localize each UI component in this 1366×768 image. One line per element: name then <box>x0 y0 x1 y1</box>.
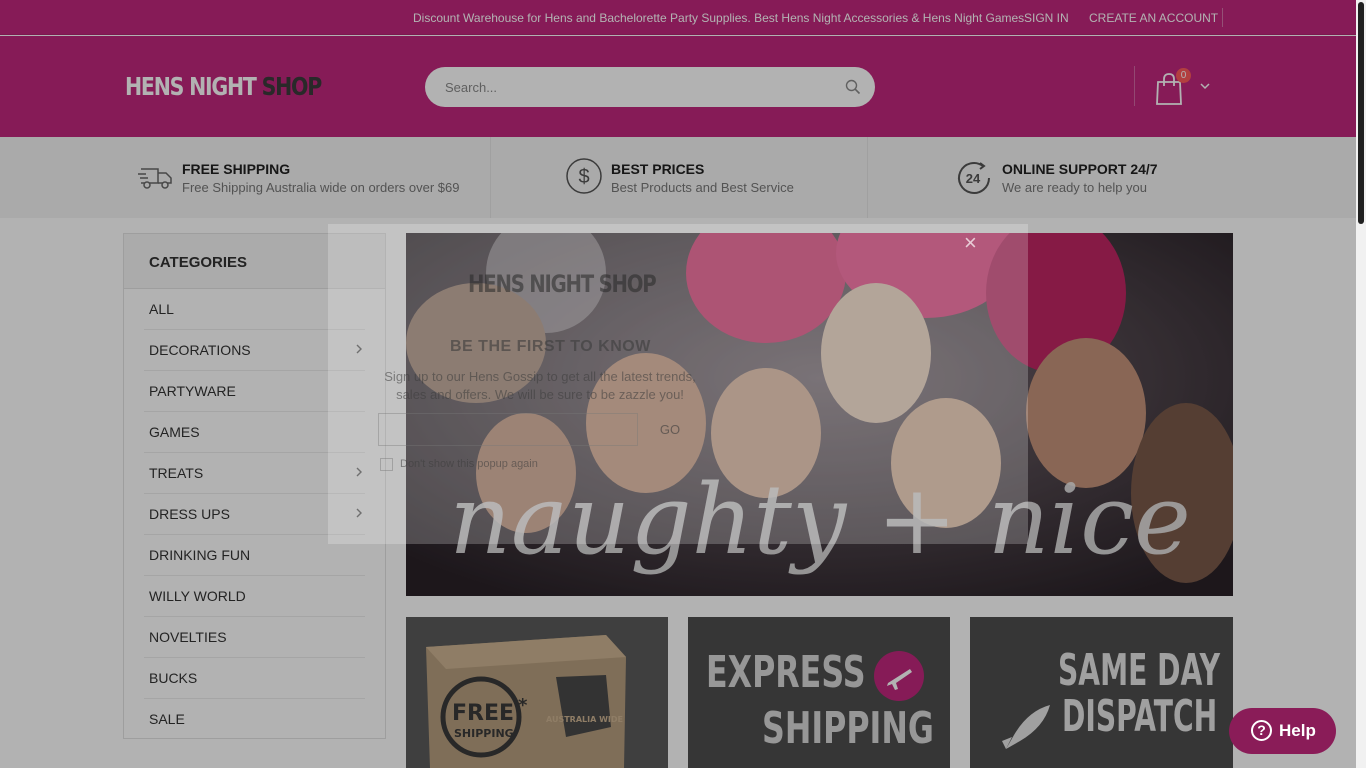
question-icon: ? <box>1251 720 1272 741</box>
page-scrollbar[interactable] <box>1356 0 1366 768</box>
dont-show-checkbox[interactable] <box>380 458 393 471</box>
newsletter-email-input[interactable] <box>378 413 638 446</box>
popup-logo: HENS NIGHT SHOP <box>468 270 657 298</box>
newsletter-popup: × HENS NIGHT SHOP BE THE FIRST TO KNOW S… <box>328 224 1028 544</box>
help-button[interactable]: ? Help <box>1229 708 1336 754</box>
newsletter-go-button[interactable]: GO <box>640 413 700 446</box>
popup-title: BE THE FIRST TO KNOW <box>450 338 651 355</box>
dont-show-label: Don't show this popup again <box>400 458 538 470</box>
popup-text: Sign up to our Hens Gossip to get all th… <box>384 369 696 402</box>
help-label: Help <box>1279 721 1316 740</box>
scrollbar-thumb[interactable] <box>1358 2 1364 224</box>
close-icon[interactable]: × <box>964 230 977 256</box>
